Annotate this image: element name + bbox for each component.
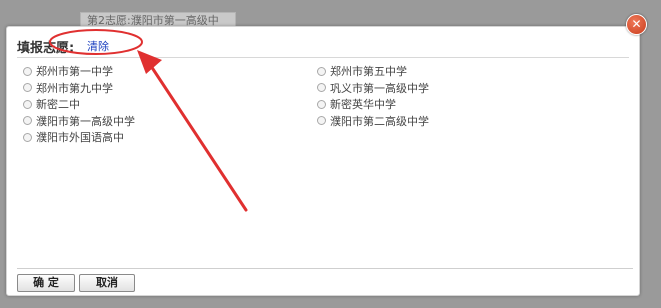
school-option-label: 新密二中 [36,98,80,112]
school-option-label: 郑州市第九中学 [36,81,113,95]
school-option[interactable]: 郑州市第五中学 [317,63,429,80]
footer-divider [17,268,633,269]
school-option-label: 濮阳市外国语高中 [36,131,124,145]
radio-button[interactable] [317,66,326,76]
cancel-button[interactable]: 取消 [79,274,135,292]
school-option-label: 郑州市第一中学 [36,65,113,79]
school-option-label: 郑州市第五中学 [330,65,407,79]
school-option-label: 濮阳市第二高级中学 [330,114,429,128]
school-option-label: 巩义市第一高级中学 [330,81,429,95]
radio-button[interactable] [317,83,326,93]
apply-preference-dialog: 填报志愿: 清除 郑州市第一中学 郑州市第九中学 新密二中 濮阳市第一高级中学 … [6,26,640,296]
radio-button[interactable] [317,99,326,109]
school-option-label: 新密英华中学 [330,98,396,112]
options-right-column: 郑州市第五中学 巩义市第一高级中学 新密英华中学 濮阳市第二高级中学 [317,63,429,129]
school-option[interactable]: 濮阳市第一高级中学 [23,113,135,130]
clear-link[interactable]: 清除 [87,38,109,54]
dialog-title: 填报志愿: [17,41,75,56]
confirm-button[interactable]: 确 定 [17,274,75,292]
radio-button[interactable] [23,83,32,93]
school-option[interactable]: 濮阳市外国语高中 [23,129,135,146]
radio-button[interactable] [23,116,32,126]
options-left-column: 郑州市第一中学 郑州市第九中学 新密二中 濮阳市第一高级中学 濮阳市外国语高中 [23,63,135,146]
radio-button[interactable] [23,132,32,142]
school-option[interactable]: 郑州市第九中学 [23,80,135,97]
close-icon[interactable]: ✕ [626,14,647,35]
school-option-label: 濮阳市第一高级中学 [36,114,135,128]
radio-button[interactable] [23,66,32,76]
school-option[interactable]: 新密二中 [23,96,135,113]
radio-button[interactable] [317,116,326,126]
school-option[interactable]: 巩义市第一高级中学 [317,80,429,97]
school-option[interactable]: 新密英华中学 [317,96,429,113]
radio-button[interactable] [23,99,32,109]
dialog-header: 填报志愿: 清除 [17,35,629,58]
school-option[interactable]: 濮阳市第二高级中学 [317,113,429,130]
school-option[interactable]: 郑州市第一中学 [23,63,135,80]
